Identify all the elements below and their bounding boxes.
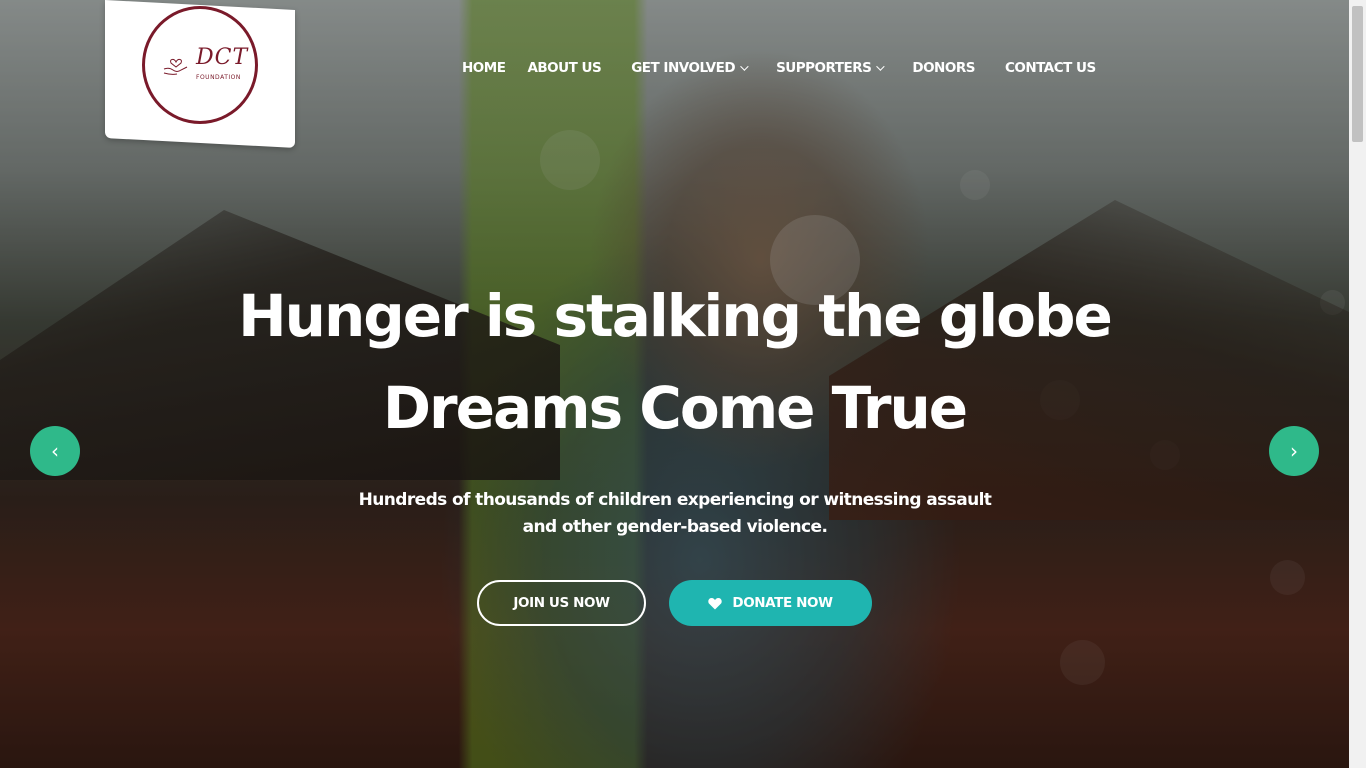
hero-subtext: Hundreds of thousands of children experi… — [358, 490, 992, 537]
carousel-prev-button[interactable]: ‹ — [30, 426, 80, 476]
nav-item-label: HOME — [462, 60, 506, 76]
heart-icon — [708, 597, 723, 609]
page: DCT FOUNDATION HOME ABOUT US GET INVOLVE… — [0, 0, 1366, 768]
nav-item-contact-us[interactable]: CONTACT US — [1005, 60, 1096, 76]
donate-now-button[interactable]: DONATE NOW — [669, 580, 872, 626]
chevron-down-icon — [740, 62, 749, 71]
chevron-down-icon — [876, 62, 886, 71]
nav-item-about-us[interactable]: ABOUT US — [527, 60, 601, 76]
main-nav: HOME ABOUT US GET INVOLVED SUPPORTERS DO… — [462, 60, 1126, 76]
nav-item-get-involved[interactable]: GET INVOLVED — [631, 60, 749, 76]
hero-headline-line1: Hunger is stalking the globe — [238, 282, 1113, 350]
nav-item-donors[interactable]: DONORS — [912, 60, 975, 76]
nav-item-label: ABOUT US — [527, 60, 602, 76]
join-us-button[interactable]: JOIN US NOW — [477, 580, 646, 626]
logo-text: DCT — [196, 45, 249, 70]
scrollbar-thumb[interactable] — [1352, 6, 1363, 142]
join-us-button-label: JOIN US NOW — [513, 595, 610, 611]
nav-item-label: GET INVOLVED — [631, 60, 736, 76]
carousel-next-button[interactable]: › — [1269, 426, 1319, 476]
hands-heart-icon — [163, 59, 188, 75]
chevron-left-icon: ‹ — [51, 439, 59, 463]
chevron-right-icon: › — [1290, 439, 1298, 463]
nav-item-label: DONORS — [912, 60, 975, 76]
hero-headline-line2: Dreams Come True — [382, 374, 968, 442]
nav-item-home[interactable]: HOME — [462, 60, 506, 76]
nav-item-label: SUPPORTERS — [776, 60, 872, 76]
nav-item-supporters[interactable]: SUPPORTERS — [776, 60, 886, 76]
logo-subtext: FOUNDATION — [196, 74, 241, 81]
nav-item-label: CONTACT US — [1004, 60, 1096, 76]
donate-now-button-label: DONATE NOW — [732, 595, 833, 611]
vertical-scrollbar[interactable] — [1349, 0, 1366, 768]
